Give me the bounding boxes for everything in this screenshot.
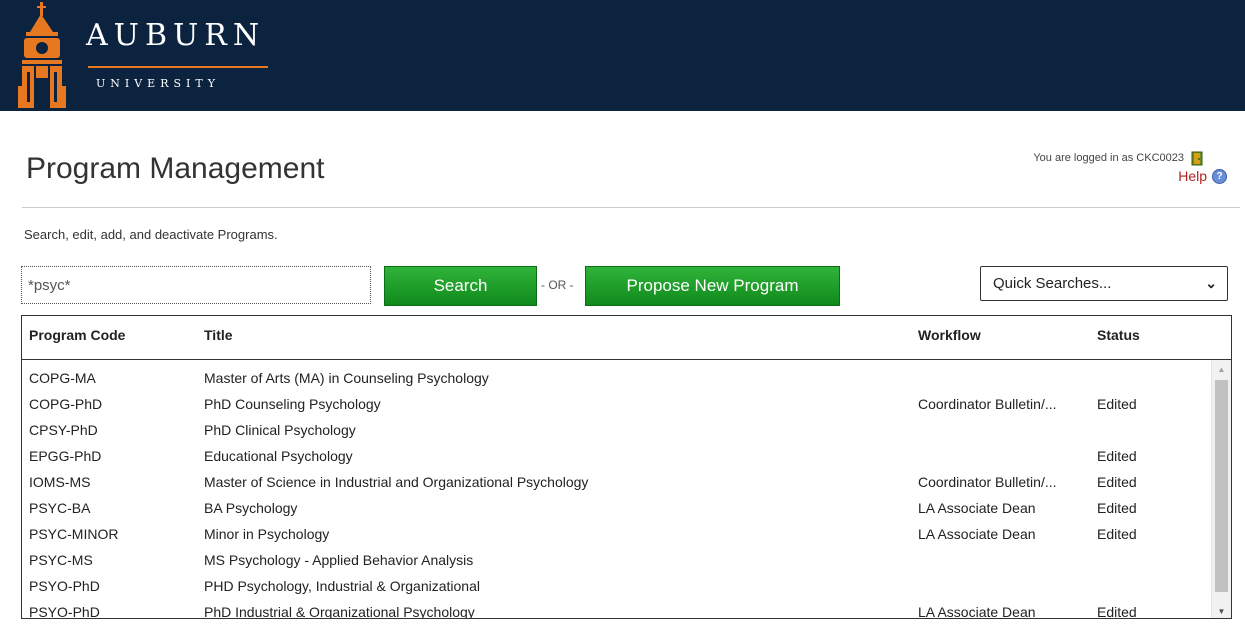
table-row[interactable]: PSYO-PhD PhD Industrial & Organizational…: [22, 598, 1212, 619]
row-status: Edited: [1097, 474, 1137, 490]
propose-new-program-button[interactable]: Propose New Program: [585, 266, 840, 306]
row-program-code: EPGG-PhD: [29, 448, 102, 464]
chevron-down-icon: ⌄: [1205, 275, 1217, 291]
row-title: MS Psychology - Applied Behavior Analysi…: [204, 552, 474, 568]
row-program-code: PSYO-PhD: [29, 578, 100, 594]
quick-searches-label: Quick Searches...: [993, 275, 1112, 292]
table-row[interactable]: PSYC-MINOR Minor in Psychology LA Associ…: [22, 520, 1212, 546]
row-title: PHD Psychology, Industrial & Organizatio…: [204, 578, 480, 594]
scroll-down-arrow-icon[interactable]: ▼: [1212, 602, 1231, 618]
help-link[interactable]: Help ?: [1178, 168, 1227, 184]
table-scrollbar[interactable]: ▲ ▼: [1211, 360, 1231, 618]
scrollbar-thumb[interactable]: [1215, 380, 1228, 592]
login-text: You are logged in as CKC0023: [1033, 152, 1184, 164]
column-header-title[interactable]: Title: [204, 327, 233, 343]
row-title: PhD Clinical Psychology: [204, 422, 356, 438]
row-program-code: PSYC-BA: [29, 500, 91, 516]
table-row[interactable]: COPG-MA Master of Arts (MA) in Counselin…: [22, 364, 1212, 390]
row-program-code: IOMS-MS: [29, 474, 91, 490]
row-title: Minor in Psychology: [204, 526, 330, 542]
table-row[interactable]: EPGG-PhD Educational Psychology Edited: [22, 442, 1212, 468]
search-button[interactable]: Search: [384, 266, 537, 306]
table-body: COPG-MA Master of Arts (MA) in Counselin…: [22, 360, 1212, 619]
site-header: AUBURN UNIVERSITY: [0, 0, 1245, 111]
row-program-code: PSYC-MS: [29, 552, 93, 568]
table-row[interactable]: PSYO-PhD PHD Psychology, Industrial & Or…: [22, 572, 1212, 598]
login-status: You are logged in as CKC0023: [1033, 150, 1205, 166]
column-header-workflow[interactable]: Workflow: [918, 327, 981, 343]
row-title: Educational Psychology: [204, 448, 353, 464]
brand-rule: [88, 66, 268, 68]
row-workflow: Coordinator Bulletin/...: [918, 474, 1057, 490]
bell-tower-logo-icon: [18, 2, 66, 108]
table-row[interactable]: PSYC-BA BA Psychology LA Associate Dean …: [22, 494, 1212, 520]
table-row[interactable]: COPG-PhD PhD Counseling Psychology Coord…: [22, 390, 1212, 416]
row-program-code: COPG-MA: [29, 370, 96, 386]
row-title: Master of Arts (MA) in Counseling Psycho…: [204, 370, 489, 386]
row-status: Edited: [1097, 526, 1137, 542]
search-input[interactable]: [21, 266, 371, 304]
page-description: Search, edit, add, and deactivate Progra…: [24, 227, 278, 242]
logout-door-icon[interactable]: [1189, 150, 1205, 166]
brand-name: AUBURN: [86, 18, 266, 53]
row-workflow: Coordinator Bulletin/...: [918, 396, 1057, 412]
row-status: Edited: [1097, 500, 1137, 516]
row-program-code: PSYC-MINOR: [29, 526, 119, 542]
table-header: Program Code Title Workflow Status: [22, 316, 1231, 360]
auburn-logo[interactable]: AUBURN UNIVERSITY: [4, 2, 274, 108]
page-title: Program Management: [26, 152, 325, 185]
row-status: Edited: [1097, 396, 1137, 412]
row-program-code: CPSY-PhD: [29, 422, 98, 438]
row-program-code: PSYO-PhD: [29, 604, 100, 619]
table-row[interactable]: IOMS-MS Master of Science in Industrial …: [22, 468, 1212, 494]
row-workflow: LA Associate Dean: [918, 604, 1036, 619]
programs-table: Program Code Title Workflow Status COPG-…: [21, 315, 1232, 619]
table-row[interactable]: PSYC-MS MS Psychology - Applied Behavior…: [22, 546, 1212, 572]
row-workflow: LA Associate Dean: [918, 526, 1036, 542]
header-divider: [22, 207, 1240, 208]
row-title: PhD Counseling Psychology: [204, 396, 381, 412]
brand-subtitle: UNIVERSITY: [96, 77, 220, 90]
row-workflow: LA Associate Dean: [918, 500, 1036, 516]
column-header-program-code[interactable]: Program Code: [29, 327, 125, 343]
row-title: PhD Industrial & Organizational Psycholo…: [204, 604, 475, 619]
scroll-up-arrow-icon[interactable]: ▲: [1212, 360, 1231, 378]
quick-searches-select[interactable]: Quick Searches... ⌄: [980, 266, 1228, 301]
row-title: BA Psychology: [204, 500, 298, 516]
row-status: Edited: [1097, 604, 1137, 619]
row-title: Master of Science in Industrial and Orga…: [204, 474, 589, 490]
row-program-code: COPG-PhD: [29, 396, 103, 412]
column-header-status[interactable]: Status: [1097, 327, 1140, 343]
or-separator: - OR -: [541, 278, 574, 292]
row-status: Edited: [1097, 448, 1137, 464]
help-label[interactable]: Help: [1178, 168, 1207, 184]
table-row[interactable]: CPSY-PhD PhD Clinical Psychology: [22, 416, 1212, 442]
help-question-icon[interactable]: ?: [1212, 168, 1227, 184]
